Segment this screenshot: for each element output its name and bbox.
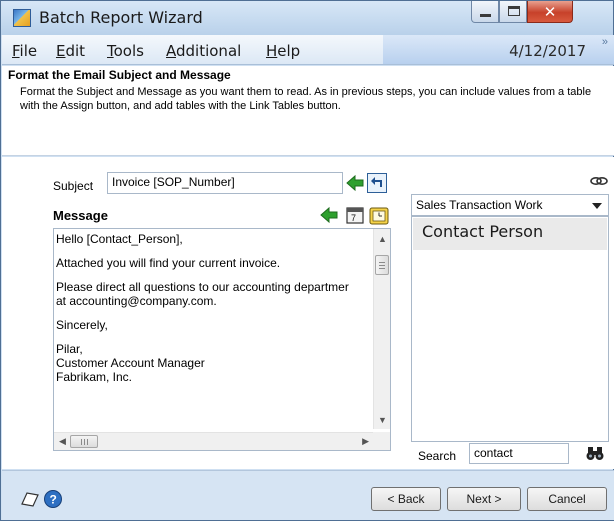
message-line: Please direct all questions to our accou…: [56, 280, 349, 294]
maximize-icon: [508, 6, 520, 16]
step-title: Format the Email Subject and Message: [8, 68, 231, 82]
table-dropdown-value: Sales Transaction Work: [416, 198, 543, 212]
message-line: Attached you will find your current invo…: [56, 256, 281, 270]
subject-label: Subject: [53, 179, 94, 193]
menu-bar: File Edit Tools Additional Help 4/12/201…: [2, 35, 614, 65]
message-textarea[interactable]: Hello [Contact_Person], Attached you wil…: [53, 228, 391, 451]
help-button[interactable]: ?: [43, 489, 63, 509]
message-line: Sincerely,: [56, 318, 108, 332]
note-icon: [21, 492, 39, 507]
search-button[interactable]: [585, 444, 605, 464]
message-line: Customer Account Manager: [56, 356, 205, 370]
back-button[interactable]: < Back: [371, 487, 441, 511]
link-tables-button[interactable]: [589, 173, 609, 193]
subject-value: Invoice [SOP_Number]: [112, 175, 235, 189]
message-line: [56, 308, 366, 318]
message-horizontal-scrollbar[interactable]: ◀ ▶: [54, 432, 374, 450]
arrow-left-icon: [320, 206, 338, 224]
search-input[interactable]: contact: [469, 443, 569, 464]
undo-icon: [371, 177, 382, 187]
scroll-corner: [373, 432, 390, 450]
search-value: contact: [474, 446, 513, 460]
message-vertical-scrollbar[interactable]: ▲ ▼: [373, 229, 390, 429]
menu-additional[interactable]: Additional: [166, 42, 241, 60]
user-date: 4/12/2017: [509, 42, 586, 60]
minimize-icon: [480, 14, 491, 17]
svg-text:7: 7: [351, 213, 356, 223]
subject-undo-button[interactable]: [367, 173, 387, 193]
menu-tools[interactable]: Tools: [107, 42, 144, 60]
subject-assign-button[interactable]: [345, 173, 365, 193]
message-line: [56, 270, 366, 280]
close-icon: ✕: [543, 3, 557, 21]
scroll-up-icon[interactable]: ▲: [378, 234, 387, 244]
message-time-button[interactable]: [369, 205, 389, 225]
message-line: [56, 332, 366, 342]
arrow-left-icon: [346, 174, 364, 192]
message-label: Message: [53, 208, 108, 223]
minimize-button[interactable]: [471, 1, 499, 23]
app-icon: [13, 9, 31, 27]
batch-report-wizard-window: Batch Report Wizard ✕ File Edit Tools Ad…: [0, 0, 614, 521]
window-title: Batch Report Wizard: [39, 8, 203, 27]
binoculars-icon: [586, 447, 604, 460]
menu-file[interactable]: File: [12, 42, 37, 60]
next-button[interactable]: Next >: [447, 487, 521, 511]
scroll-left-icon[interactable]: ◀: [59, 436, 66, 447]
step-header: Format the Email Subject and Message For…: [2, 66, 614, 156]
message-line: Hello [Contact_Person],: [56, 232, 183, 246]
note-button[interactable]: [19, 489, 39, 509]
table-dropdown[interactable]: Sales Transaction Work: [411, 194, 609, 216]
menu-help[interactable]: Help: [266, 42, 300, 60]
message-assign-button[interactable]: [319, 205, 339, 225]
message-date-button[interactable]: 7: [345, 205, 365, 225]
title-bar[interactable]: Batch Report Wizard ✕: [1, 1, 613, 35]
field-list-item[interactable]: Contact Person: [413, 218, 607, 250]
scroll-right-icon[interactable]: ▶: [362, 436, 369, 447]
message-line: [56, 246, 366, 256]
message-body: Hello [Contact_Person], Attached you wil…: [56, 232, 366, 384]
message-line: at accounting@company.com.: [56, 294, 217, 308]
search-label: Search: [418, 449, 457, 463]
cancel-button[interactable]: Cancel: [527, 487, 607, 511]
field-list[interactable]: Contact Person: [411, 216, 609, 442]
step-description: Format the Subject and Message as you wa…: [20, 86, 592, 112]
close-button[interactable]: ✕: [527, 1, 573, 23]
vertical-scroll-thumb[interactable]: [375, 255, 389, 275]
calendar-icon: 7: [346, 207, 364, 224]
clock-icon: [369, 207, 389, 225]
footer-bar: [2, 470, 614, 520]
message-line: Fabrikam, Inc.: [56, 370, 133, 384]
menu-edit[interactable]: Edit: [56, 42, 85, 60]
subject-input[interactable]: Invoice [SOP_Number]: [107, 172, 343, 194]
chevron-right-icon[interactable]: »: [602, 36, 608, 48]
message-line: Pilar,: [56, 342, 83, 356]
horizontal-scroll-thumb[interactable]: [70, 435, 98, 448]
help-icon: ?: [44, 490, 62, 508]
user-date-area[interactable]: 4/12/2017 »: [383, 35, 614, 64]
scroll-down-icon[interactable]: ▼: [378, 415, 387, 425]
maximize-button[interactable]: [499, 1, 527, 23]
chain-link-icon: [590, 177, 608, 186]
svg-text:?: ?: [50, 493, 57, 507]
chevron-down-icon: [592, 203, 602, 209]
